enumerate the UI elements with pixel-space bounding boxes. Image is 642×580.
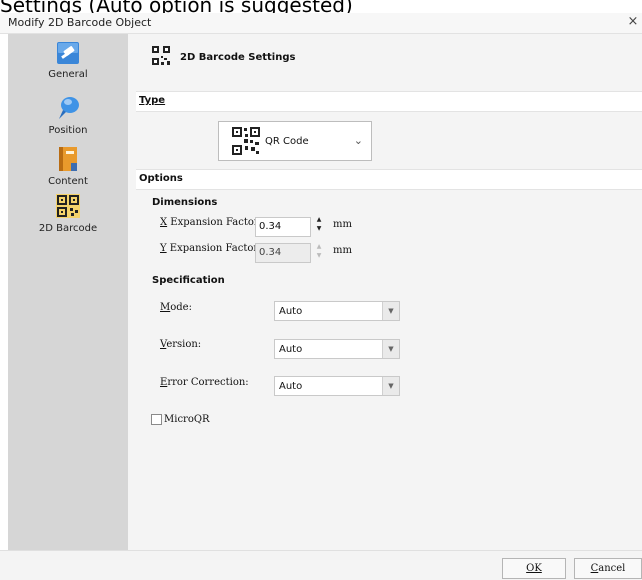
sidebar-item-content[interactable]: Content <box>32 147 104 187</box>
x-expansion-input[interactable]: 0.34 <box>255 217 311 237</box>
x-expansion-spinner[interactable]: ▲ ▼ <box>313 215 325 233</box>
cancel-label-rest: ancel <box>598 563 626 574</box>
dropdown-arrow-icon[interactable]: ▼ <box>382 377 399 395</box>
sidebar-item-2d-barcode[interactable]: 2D Barcode <box>32 194 104 234</box>
options-section-header: Options <box>136 169 642 190</box>
type-section-title: Type <box>139 95 166 106</box>
y-expansion-input: 0.34 <box>255 243 311 263</box>
dimensions-heading: Dimensions <box>152 197 218 208</box>
page-title: 2D Barcode Settings <box>180 52 296 63</box>
x-unit: mm <box>333 219 352 230</box>
microqr-label: MicroQR <box>164 414 210 425</box>
dropdown-arrow-icon[interactable]: ▼ <box>382 302 399 320</box>
sidebar-item-position[interactable]: Position <box>32 96 104 136</box>
dialog-footer: OK Cancel <box>0 550 642 580</box>
position-pin-icon <box>59 97 79 119</box>
sidebar-item-label: General <box>48 69 88 80</box>
y-unit: mm <box>333 245 352 256</box>
spin-down-icon[interactable]: ▼ <box>313 224 325 233</box>
options-section-title: Options <box>139 173 183 184</box>
qr-code-icon <box>152 46 170 65</box>
mode-dropdown[interactable]: Auto ▼ <box>274 301 400 321</box>
mode-value: Auto <box>279 306 303 317</box>
qr-code-icon <box>56 194 80 218</box>
dropdown-arrow-icon[interactable]: ▼ <box>382 340 399 358</box>
error-correction-label: Error Correction: <box>160 377 249 388</box>
specification-heading: Specification <box>152 275 225 286</box>
spin-up-icon[interactable]: ▲ <box>313 215 325 224</box>
barcode-type-select[interactable]: QR Code ⌄ <box>218 121 372 161</box>
sidebar-item-label: 2D Barcode <box>38 223 98 234</box>
chevron-down-icon: ⌄ <box>353 134 363 147</box>
content-book-icon <box>59 147 77 171</box>
mode-label: Mode: <box>160 302 192 313</box>
type-section-header: Type <box>136 91 642 112</box>
settings-panel: 2D Barcode Settings Type QR Code ⌄ Optio… <box>128 34 642 550</box>
dialog-titlebar: Modify 2D Barcode Object × <box>0 13 642 34</box>
version-dropdown[interactable]: Auto ▼ <box>274 339 400 359</box>
dialog-title: Modify 2D Barcode Object <box>8 16 152 29</box>
x-expansion-label: X Expansion Factor: <box>160 217 263 228</box>
y-expansion-spinner: ▲ ▼ <box>313 242 325 260</box>
error-correction-dropdown[interactable]: Auto ▼ <box>274 376 400 396</box>
error-correction-value: Auto <box>279 381 303 392</box>
close-icon[interactable]: × <box>626 14 640 30</box>
selected-barcode-type: QR Code <box>265 136 309 147</box>
sidebar: General Position Content 2D Barcode <box>8 34 128 550</box>
version-label: Version: <box>160 339 202 350</box>
spin-up-icon: ▲ <box>316 243 322 250</box>
ok-button[interactable]: OK <box>502 558 566 579</box>
general-icon <box>57 42 79 64</box>
version-value: Auto <box>279 344 303 355</box>
spin-down-icon: ▼ <box>316 252 322 259</box>
sidebar-item-label: Position <box>48 125 88 136</box>
sidebar-item-label: Content <box>48 176 88 187</box>
y-expansion-label: Y Expansion Factor: <box>160 243 262 254</box>
sidebar-item-general[interactable]: General <box>32 42 104 80</box>
qr-code-icon <box>231 126 261 156</box>
cancel-button[interactable]: Cancel <box>574 558 642 579</box>
microqr-checkbox[interactable] <box>151 414 162 425</box>
